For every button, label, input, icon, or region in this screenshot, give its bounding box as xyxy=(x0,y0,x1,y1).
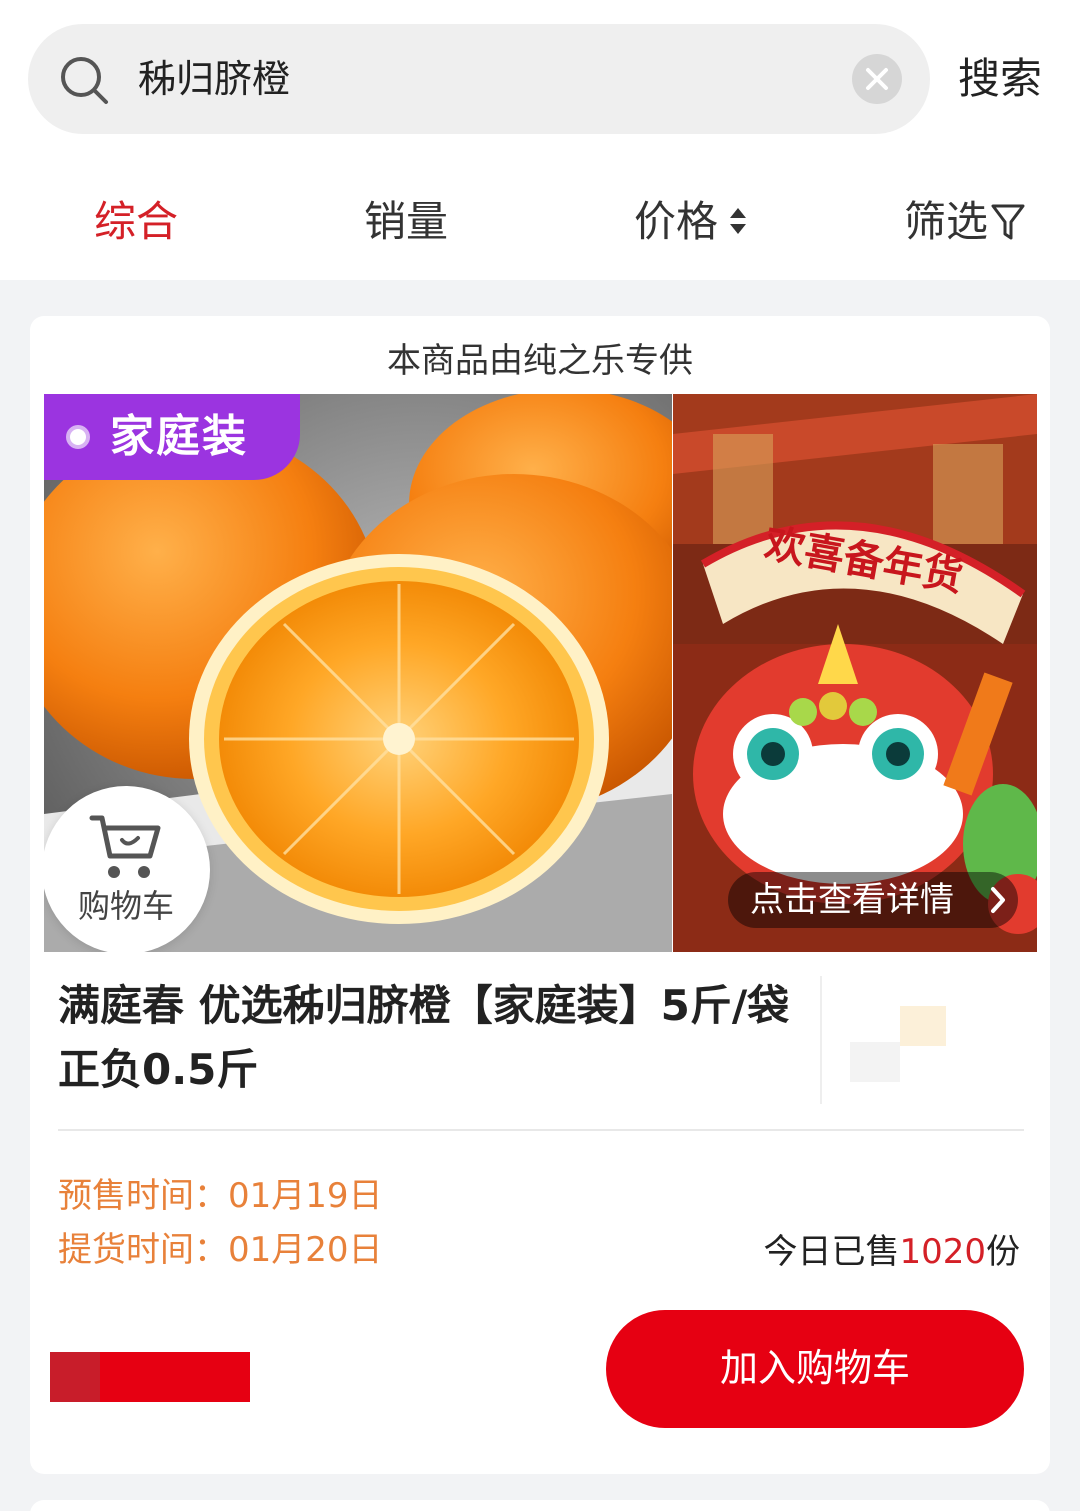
pickup-time: 提货时间：01月20日 xyxy=(58,1230,383,1270)
add-to-cart-button[interactable]: 加入购物车 xyxy=(606,1310,1024,1428)
search-query-text: 秭归脐橙 xyxy=(138,57,291,101)
tab-comprehensive[interactable]: 综合 xyxy=(94,190,178,254)
floating-cart-label: 购物车 xyxy=(77,887,174,925)
divider xyxy=(58,1129,1024,1131)
badge-label: 家庭装 xyxy=(110,411,248,462)
tab-sales[interactable]: 销量 xyxy=(364,190,448,254)
product-title[interactable]: 满庭春 优选秭归脐橙【家庭装】5斤/袋正负0.5斤 xyxy=(58,974,818,1102)
search-icon xyxy=(61,57,108,104)
product-image[interactable]: 家庭装 购物车 xyxy=(44,394,672,952)
price-redacted-bar xyxy=(50,1352,250,1402)
supplier-notice: 本商品由纯之乐专供 xyxy=(387,341,693,381)
search-button[interactable]: 搜索 xyxy=(958,50,1042,108)
filter-icon xyxy=(991,204,1025,240)
new-year-banner-art: 欢喜备年货 xyxy=(673,394,1037,952)
promo-banner[interactable]: 欢喜备年货 点击查看详情 xyxy=(673,394,1037,952)
add-to-cart-label: 加入购物车 xyxy=(719,1348,910,1390)
sort-bar: 综合 销量 价格 筛选 xyxy=(0,190,1080,254)
header: 秭归脐橙 搜索 综合 销量 价格 筛选 xyxy=(0,0,1080,280)
cart-icon xyxy=(89,815,161,878)
clear-search-button[interactable] xyxy=(852,54,902,104)
family-pack-badge: 家庭装 xyxy=(44,394,300,480)
view-details-label: 点击查看详情 xyxy=(750,880,954,920)
close-icon xyxy=(866,68,888,90)
sold-prefix: 今日已售 xyxy=(763,1232,900,1272)
badge-dot xyxy=(66,425,90,449)
chevron-right-icon xyxy=(991,887,1005,913)
presale-time: 预售时间：01月19日 xyxy=(58,1176,383,1216)
tab-price-label: 价格 xyxy=(634,197,719,246)
view-details-button[interactable]: 点击查看详情 xyxy=(728,872,1018,928)
tab-price[interactable]: 价格 xyxy=(634,190,746,254)
floating-cart-button[interactable]: 购物车 xyxy=(44,786,210,952)
price-redacted-left xyxy=(50,1352,100,1402)
search-input[interactable]: 秭归脐橙 xyxy=(28,24,930,134)
tab-filter[interactable]: 筛选 xyxy=(904,190,1025,254)
sold-count: 1020 xyxy=(899,1232,986,1272)
title-divider xyxy=(820,976,822,1104)
sold-suffix: 份 xyxy=(986,1232,1020,1272)
tab-filter-label: 筛选 xyxy=(904,197,989,246)
blurred-thumbnail xyxy=(850,1006,946,1082)
sold-today: 今日已售1020份 xyxy=(763,1228,1020,1276)
next-card-edge xyxy=(30,1500,1050,1511)
product-card[interactable]: 本商品由纯之乐专供 家庭装 购物车 欢喜备年货 点击查看详情 满庭春 优选秭归脐… xyxy=(30,316,1050,1474)
sort-arrows-icon xyxy=(730,208,746,234)
